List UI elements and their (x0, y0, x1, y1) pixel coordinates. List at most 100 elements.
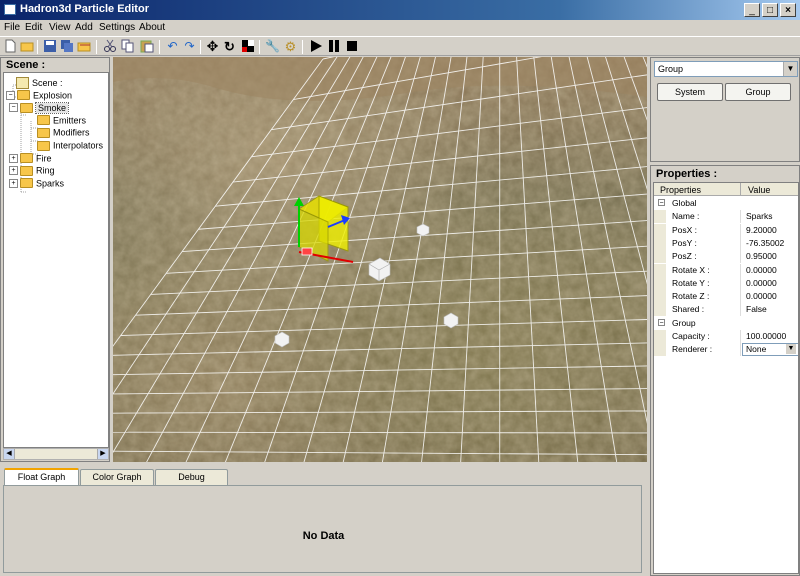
menu-view[interactable]: View (49, 22, 71, 33)
copy-icon[interactable] (120, 39, 135, 54)
property-value[interactable]: 0.00000 (746, 291, 777, 301)
scroll-left-button[interactable]: ◀ (4, 449, 15, 459)
expand-icon[interactable]: + (9, 178, 18, 188)
gear-icon[interactable]: ⚙ (283, 39, 298, 54)
property-row[interactable]: Capacity : 100.00000 (654, 330, 798, 343)
menu-edit[interactable]: Edit (25, 22, 42, 33)
property-row[interactable]: Renderer : None ▼ (654, 343, 798, 357)
collapse-icon[interactable]: − (658, 318, 665, 327)
tree-item-explosion[interactable]: − Explosion (6, 90, 72, 102)
property-value[interactable]: -76.35002 (746, 238, 784, 248)
tree-item-sparks[interactable]: + Sparks (9, 178, 64, 190)
scroll-right-button[interactable]: ▶ (97, 449, 108, 459)
folder-icon (37, 128, 50, 139)
horizontal-scrollbar[interactable]: ◀ ▶ (3, 448, 109, 460)
redo-icon[interactable]: ↷ (182, 39, 197, 54)
folder-icon (20, 178, 33, 189)
property-row[interactable]: Shared : False (654, 303, 798, 317)
property-row[interactable]: PosZ : 0.95000 (654, 250, 798, 264)
scene-panel: Scene : Scene : − Explosion − Smoke Emitters M… (0, 57, 110, 462)
property-row[interactable]: Rotate Z : 0.00000 (654, 290, 798, 304)
property-name: Name : (672, 211, 700, 222)
pause-icon[interactable] (326, 39, 341, 54)
property-row[interactable]: PosX : 9.20000 (654, 223, 798, 237)
minimize-button[interactable]: _ (744, 3, 760, 17)
maximize-button[interactable]: □ (762, 3, 778, 17)
group-dropdown-value: Group (658, 64, 684, 74)
property-row[interactable]: Rotate X : 0.00000 (654, 263, 798, 277)
tree-item-label: Fire (36, 153, 52, 164)
property-row[interactable]: Name : Sparks (654, 210, 798, 224)
menu-settings[interactable]: Settings (99, 22, 135, 33)
stop-icon[interactable] (344, 39, 359, 54)
save-icon[interactable] (42, 39, 57, 54)
tree-item-scene[interactable]: Scene : (16, 77, 63, 89)
tree-item-interpolators[interactable]: Interpolators (37, 140, 103, 152)
expand-icon[interactable]: + (9, 166, 18, 176)
properties-header: Properties Value (654, 183, 798, 196)
tree-item-smoke[interactable]: − Smoke (9, 101, 70, 114)
collapse-icon[interactable]: − (9, 103, 18, 113)
property-value[interactable]: 0.00000 (746, 265, 777, 275)
category-label: Group (672, 317, 696, 328)
property-row[interactable]: PosY : -76.35002 (654, 236, 798, 250)
tab-debug[interactable]: Debug (155, 469, 228, 485)
property-value[interactable]: False (746, 304, 767, 314)
close-button[interactable]: × (780, 3, 796, 17)
graph-panel: Float Graph Color Graph Debug No Data (0, 465, 647, 576)
scale-icon[interactable] (240, 39, 255, 54)
property-value[interactable]: 100.00000 (746, 331, 786, 341)
scene-tree[interactable]: Scene : − Explosion − Smoke Emitters Modifiers… (3, 72, 109, 448)
graph-area[interactable]: No Data (3, 485, 642, 573)
property-row[interactable]: Rotate Y : 0.00000 (654, 276, 798, 290)
tree-item-emitters[interactable]: Emitters (37, 115, 86, 127)
open-icon[interactable] (76, 39, 91, 54)
tab-float-graph[interactable]: Float Graph (4, 468, 79, 485)
property-value[interactable]: 9.20000 (746, 225, 777, 235)
tree-item-modifiers[interactable]: Modifiers (37, 127, 90, 139)
collapse-icon[interactable]: − (6, 90, 15, 100)
rotate-icon[interactable]: ↻ (222, 39, 237, 54)
tree-item-fire[interactable]: + Fire (9, 153, 52, 165)
chevron-down-icon[interactable]: ▼ (786, 344, 796, 355)
toolbar-separator (96, 40, 97, 54)
property-name: PosX : (672, 224, 698, 235)
property-value[interactable]: Sparks (746, 211, 772, 221)
tree-item-ring[interactable]: + Ring (9, 165, 55, 177)
3d-viewport[interactable] (113, 57, 647, 462)
properties-grid[interactable]: Properties Value − Global Name : Sparks PosX… (653, 182, 799, 574)
tab-color-graph[interactable]: Color Graph (80, 469, 154, 485)
col-value: Value (748, 185, 771, 195)
new-file-icon[interactable] (3, 39, 18, 54)
property-name: Capacity : (672, 331, 710, 341)
toolbar: ↶ ↷ ✥ ↻ 🔧 ⚙ (0, 36, 800, 56)
property-value[interactable]: 0.95000 (746, 251, 777, 261)
toolbar-separator (302, 40, 303, 54)
menu-file[interactable]: File (4, 22, 20, 33)
play-icon[interactable] (308, 39, 323, 54)
menu-about[interactable]: About (139, 22, 165, 33)
property-category[interactable]: − Group (654, 317, 798, 330)
group-button[interactable]: Group (725, 83, 791, 101)
toolbar-separator (259, 40, 260, 54)
title-bar[interactable]: Hadron3d Particle Editor _ □ × (0, 0, 800, 20)
group-dropdown[interactable]: Group ▼ (654, 61, 798, 77)
move-icon[interactable]: ✥ (205, 39, 220, 54)
expand-icon[interactable]: + (9, 153, 18, 163)
scene-icon (16, 77, 29, 89)
collapse-icon[interactable]: − (658, 199, 665, 207)
cut-icon[interactable] (102, 39, 117, 54)
system-button[interactable]: System (657, 83, 723, 101)
chevron-down-icon[interactable]: ▼ (783, 62, 797, 76)
paste-icon[interactable] (139, 39, 154, 54)
property-category[interactable]: − Global (654, 197, 798, 210)
save-all-icon[interactable] (59, 39, 74, 54)
undo-icon[interactable]: ↶ (165, 39, 180, 54)
row-gutter (654, 330, 666, 343)
property-name: PosZ : (672, 251, 697, 262)
menu-add[interactable]: Add (75, 22, 93, 33)
wrench-icon[interactable]: 🔧 (265, 39, 280, 54)
row-gutter (654, 250, 666, 264)
property-value[interactable]: 0.00000 (746, 278, 777, 288)
open-folder-icon[interactable] (19, 39, 34, 54)
